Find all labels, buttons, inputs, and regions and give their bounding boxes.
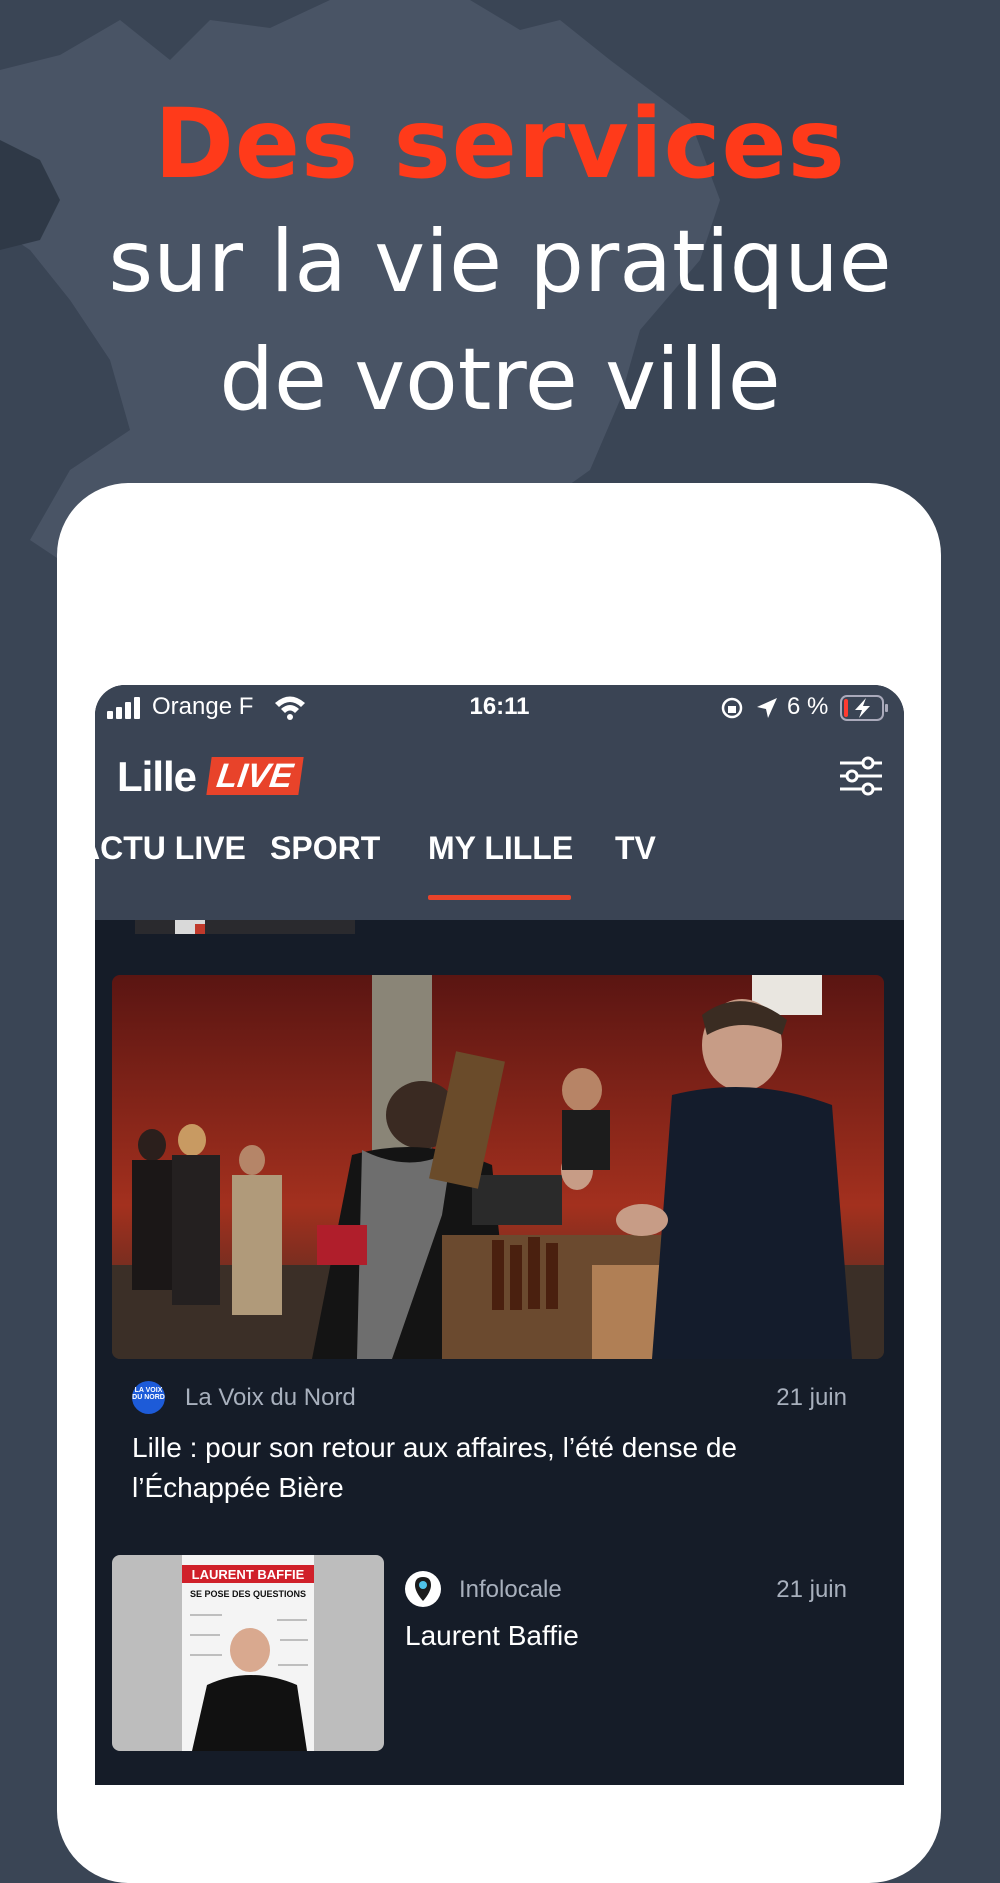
article-meta: LA VOIX DU NORD La Voix du Nord 21 juin: [132, 1381, 884, 1415]
article-source[interactable]: La Voix du Nord: [185, 1384, 356, 1412]
tab-sport[interactable]: SPORT: [270, 830, 380, 867]
tab-my-lille[interactable]: MY LILLE: [428, 830, 573, 867]
poster-subtitle: SE POSE DES QUESTIONS: [190, 1589, 306, 1599]
tab-actu-live[interactable]: ACTU LIVE: [95, 830, 246, 867]
infolocale-logo-icon: [405, 1571, 441, 1607]
app-header: Orange F 16:11 6 % Lille LIVE ACTU LIVE: [95, 685, 904, 920]
promo-headline-line-2: sur la vie pratique: [108, 212, 892, 312]
article-thumbnail[interactable]: LAURENT BAFFIE SE POSE DES QUESTIONS: [112, 1555, 384, 1751]
tab-bar: ACTU LIVE SPORT MY LILLE TV: [95, 830, 904, 890]
article-source[interactable]: Infolocale: [459, 1576, 562, 1604]
article-title[interactable]: Lille : pour son retour aux affaires, l’…: [132, 1428, 832, 1508]
poster-title: LAURENT BAFFIE: [192, 1567, 305, 1582]
article-title[interactable]: Laurent Baffie: [405, 1620, 579, 1652]
logo-badge: LIVE: [206, 757, 304, 795]
article-date: 21 juin: [776, 1576, 847, 1603]
filter-settings-icon[interactable]: [838, 755, 884, 802]
battery-charging-icon: [840, 695, 890, 728]
previous-article-image-edge: [135, 920, 355, 934]
article-meta: Infolocale 21 juin: [405, 1571, 884, 1611]
tab-tv[interactable]: TV: [615, 830, 656, 867]
battery-percentage: 6 %: [787, 693, 829, 720]
app-screen: Orange F 16:11 6 % Lille LIVE ACTU LIVE: [95, 685, 904, 1785]
status-time: 16:11: [469, 693, 530, 720]
status-bar: Orange F 16:11 6 %: [95, 685, 904, 730]
orientation-lock-icon: [720, 696, 744, 727]
article-image[interactable]: [112, 975, 884, 1359]
promo-headline-accent: Des services: [154, 88, 846, 200]
logo-text: Lille: [117, 753, 197, 800]
source-logo: LA VOIX DU NORD: [132, 1381, 165, 1414]
active-tab-indicator: [428, 895, 571, 900]
location-arrow-icon: [755, 696, 779, 727]
promo-headline-line-3: de votre ville: [219, 330, 781, 430]
article-date: 21 juin: [776, 1384, 847, 1411]
